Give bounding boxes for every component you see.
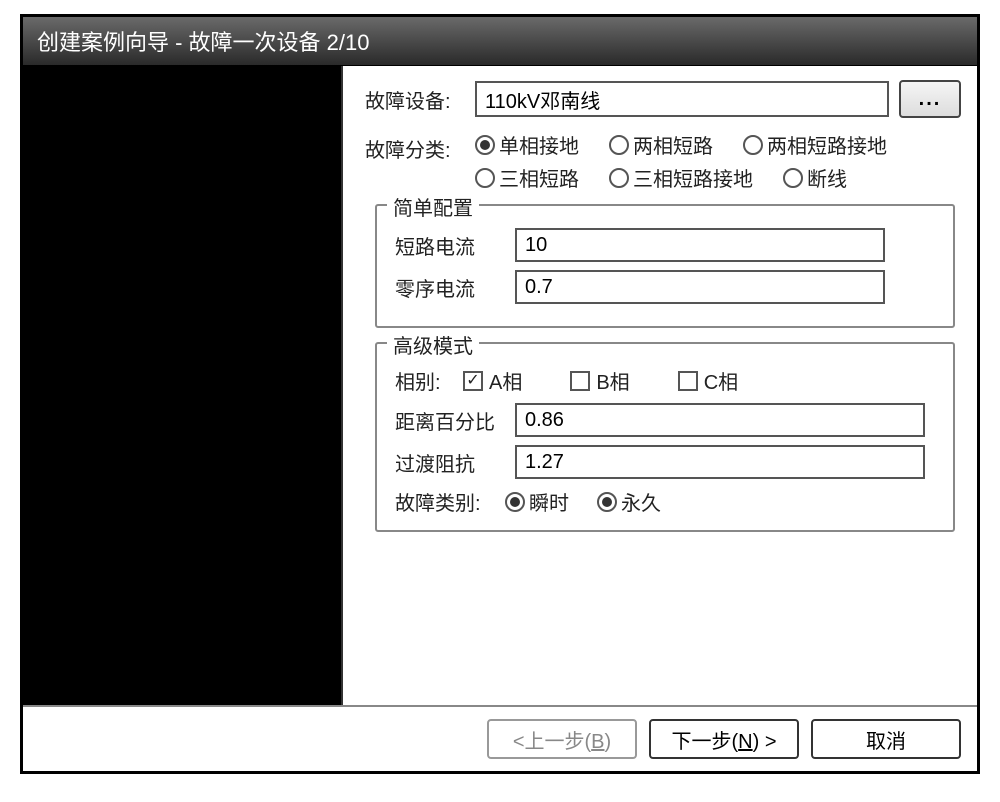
radio-two-phase-short-ground[interactable]: 两相短路接地 [743, 130, 903, 159]
fault-device-label: 故障设备: [365, 85, 475, 114]
fault-category-group: 单相接地 两相短路 两相短路接地 三相短路 [475, 130, 961, 192]
checkbox-icon [570, 371, 590, 391]
titlebar: 创建案例向导 - 故障一次设备 2/10 [23, 17, 977, 66]
fault-category-row: 故障分类: 单相接地 两相短路 两相短路接地 [365, 130, 961, 192]
radio-icon [475, 168, 495, 188]
radio-icon [609, 168, 629, 188]
transition-impedance-label: 过渡阻抗 [395, 448, 515, 477]
short-circuit-input[interactable] [515, 228, 885, 262]
phase-label: 相别: [395, 366, 459, 395]
distance-percent-label: 距离百分比 [395, 406, 515, 435]
radio-icon [743, 135, 763, 155]
radio-label: 两相短路 [633, 130, 713, 159]
back-button: <上一步(B) [487, 719, 637, 759]
wizard-content: 故障设备: ... 故障分类: 单相接地 两相短路 [343, 66, 977, 705]
next-suffix: ) > [753, 731, 777, 753]
radio-label: 单相接地 [499, 130, 579, 159]
phase-checkbox-group: ✓ A相 B相 C相 [463, 366, 738, 395]
checkbox-phase-c[interactable]: C相 [678, 366, 738, 395]
next-prefix: 下一步( [671, 731, 738, 753]
radio-label: 永久 [621, 487, 661, 516]
short-circuit-row: 短路电流 [395, 228, 935, 262]
checkbox-label: C相 [704, 366, 738, 395]
radio-disconnect[interactable]: 断线 [783, 163, 863, 192]
radio-icon [505, 492, 525, 512]
advanced-mode-group: 高级模式 相别: ✓ A相 B相 C [375, 342, 955, 532]
fault-type-label: 故障类别: [395, 487, 505, 516]
radio-single-phase-ground[interactable]: 单相接地 [475, 130, 595, 159]
advanced-mode-legend: 高级模式 [387, 330, 479, 359]
window-body: 故障设备: ... 故障分类: 单相接地 两相短路 [23, 66, 977, 705]
radio-icon [597, 492, 617, 512]
wizard-sidebar [23, 66, 343, 705]
fault-category-label: 故障分类: [365, 130, 475, 163]
zero-seq-row: 零序电流 [395, 270, 935, 304]
back-suffix: ) [605, 731, 612, 753]
radio-icon [609, 135, 629, 155]
fault-device-input[interactable] [475, 81, 889, 117]
checkbox-icon [678, 371, 698, 391]
short-circuit-label: 短路电流 [395, 231, 515, 260]
radio-label: 三相短路接地 [633, 163, 753, 192]
browse-button[interactable]: ... [899, 80, 961, 118]
zero-seq-input[interactable] [515, 270, 885, 304]
radio-permanent[interactable]: 永久 [597, 487, 661, 516]
radio-label: 瞬时 [529, 487, 569, 516]
transition-impedance-input[interactable] [515, 445, 925, 479]
radio-three-phase-short-ground[interactable]: 三相短路接地 [609, 163, 769, 192]
distance-percent-row: 距离百分比 [395, 403, 935, 437]
radio-two-phase-short[interactable]: 两相短路 [609, 130, 729, 159]
wizard-window: 创建案例向导 - 故障一次设备 2/10 故障设备: ... 故障分类: 单相接… [20, 14, 980, 774]
fault-type-group: 瞬时 永久 [505, 487, 661, 516]
zero-seq-label: 零序电流 [395, 273, 515, 302]
simple-config-legend: 简单配置 [387, 192, 479, 221]
wizard-footer: <上一步(B) 下一步(N) > 取消 [23, 705, 977, 771]
back-prefix: <上一步( [513, 731, 591, 753]
radio-three-phase-short[interactable]: 三相短路 [475, 163, 595, 192]
checkbox-label: A相 [489, 366, 522, 395]
next-key: N [738, 731, 752, 753]
radio-label: 三相短路 [499, 163, 579, 192]
radio-transient[interactable]: 瞬时 [505, 487, 569, 516]
radio-label: 断线 [807, 163, 847, 192]
fault-type-row: 故障类别: 瞬时 永久 [395, 487, 935, 516]
radio-icon [783, 168, 803, 188]
checkbox-label: B相 [596, 366, 629, 395]
radio-label: 两相短路接地 [767, 130, 887, 159]
phase-row: 相别: ✓ A相 B相 C相 [395, 366, 935, 395]
cancel-button[interactable]: 取消 [811, 719, 961, 759]
transition-impedance-row: 过渡阻抗 [395, 445, 935, 479]
checkbox-phase-a[interactable]: ✓ A相 [463, 366, 522, 395]
distance-percent-input[interactable] [515, 403, 925, 437]
radio-icon [475, 135, 495, 155]
simple-config-group: 简单配置 短路电流 零序电流 [375, 204, 955, 328]
window-title: 创建案例向导 - 故障一次设备 2/10 [37, 30, 369, 55]
checkbox-icon: ✓ [463, 371, 483, 391]
back-key: B [591, 731, 604, 753]
fault-device-row: 故障设备: ... [365, 80, 961, 118]
next-button[interactable]: 下一步(N) > [649, 719, 799, 759]
checkbox-phase-b[interactable]: B相 [570, 366, 629, 395]
